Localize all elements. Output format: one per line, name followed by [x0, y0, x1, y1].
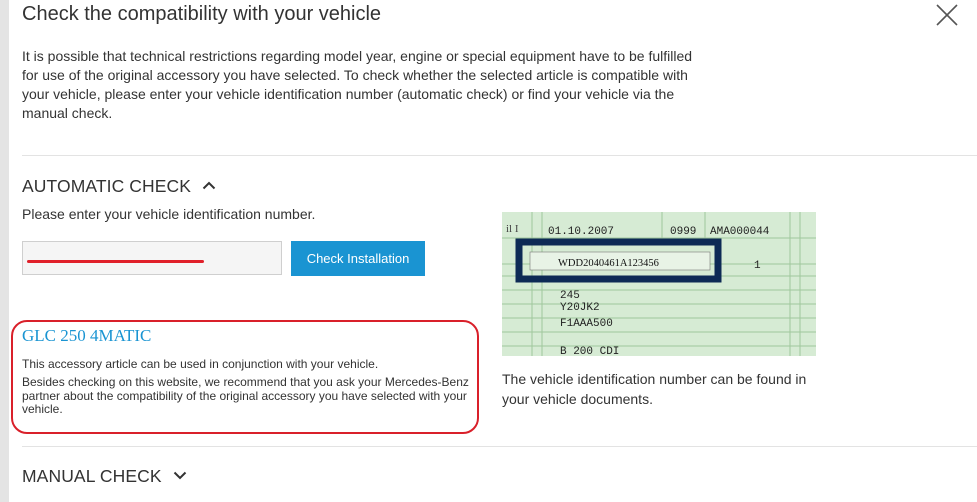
manual-check-heading: MANUAL CHECK — [22, 466, 162, 486]
redaction-mark — [27, 260, 204, 263]
vin-prompt: Please enter your vehicle identification… — [22, 206, 316, 222]
chevron-down-icon — [173, 471, 186, 480]
vehicle-model-link[interactable]: GLC 250 4MATIC — [22, 326, 151, 346]
doc-code2: AMA000044 — [710, 226, 770, 238]
doc-code1: 0999 — [670, 226, 696, 238]
doc-field-b: Y20JK2 — [560, 302, 600, 314]
divider-bottom — [22, 446, 977, 447]
doc-vin: WDD2040461A123456 — [558, 258, 659, 269]
vin-input[interactable] — [22, 241, 282, 275]
vehicle-document-image: il I 01.10.2007 0999 AMA000044 WDD204046… — [502, 212, 816, 356]
chevron-up-icon — [202, 181, 216, 190]
close-button[interactable] — [933, 1, 961, 29]
doc-field-c: F1AAA500 — [560, 318, 613, 330]
recommendation-message: Besides checking on this website, we rec… — [22, 375, 469, 416]
left-edge-strip — [0, 0, 9, 502]
automatic-check-toggle[interactable]: AUTOMATIC CHECK — [22, 176, 216, 197]
vehicle-document-graphic: il I 01.10.2007 0999 AMA000044 WDD204046… — [502, 212, 816, 356]
vin-location-hint: The vehicle identification number can be… — [502, 371, 807, 407]
divider-top — [22, 155, 977, 156]
svg-text:il I: il I — [506, 223, 519, 235]
doc-date: 01.10.2007 — [548, 226, 614, 238]
doc-model-name: B 200 CDI — [560, 346, 619, 356]
compatibility-message: This accessory article can be used in co… — [22, 357, 379, 371]
doc-field-a: 245 — [560, 290, 580, 302]
automatic-check-heading: AUTOMATIC CHECK — [22, 176, 192, 196]
close-icon — [936, 4, 958, 26]
intro-text: It is possible that technical restrictio… — [22, 48, 693, 121]
check-installation-button[interactable]: Check Installation — [291, 241, 425, 276]
dialog-title: Check the compatibility with your vehicl… — [22, 3, 382, 25]
manual-check-toggle[interactable]: MANUAL CHECK — [22, 466, 187, 487]
doc-seats: 1 — [754, 260, 761, 272]
